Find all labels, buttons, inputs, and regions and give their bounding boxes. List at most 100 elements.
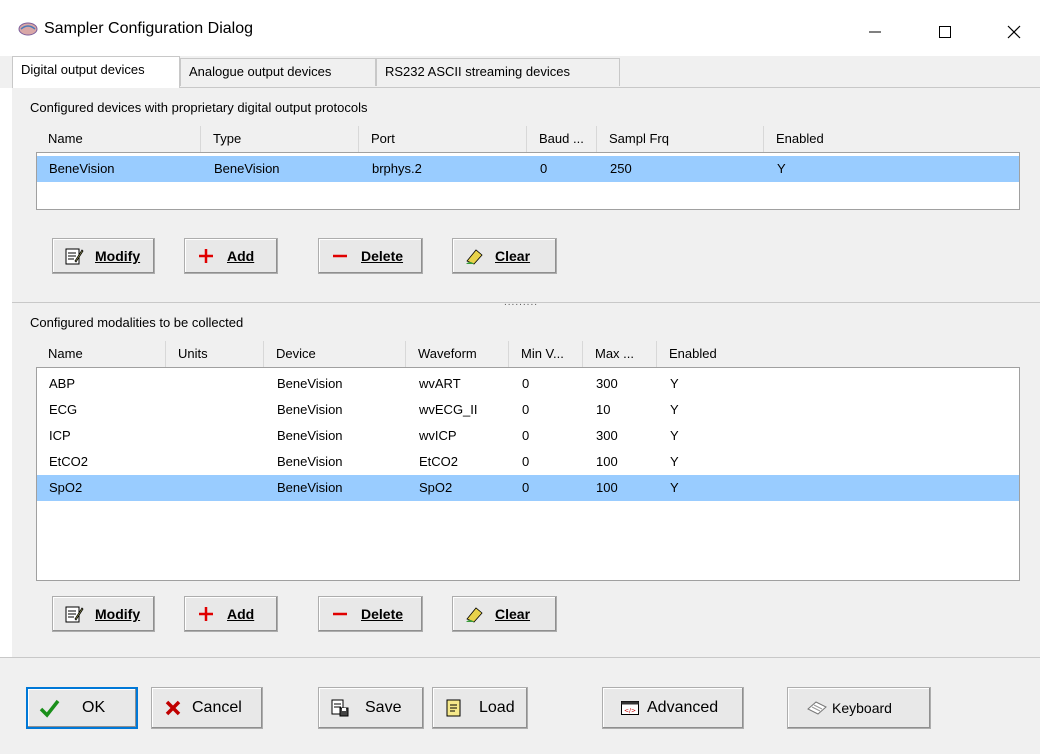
save-label: Save <box>365 699 402 716</box>
cell-enabled: Y <box>670 402 679 417</box>
clear-label: Clear <box>495 606 531 622</box>
advanced-label: Advanced <box>647 699 719 716</box>
devices-add-button[interactable]: Add <box>184 238 278 274</box>
cell-max-value: 10 <box>596 402 611 417</box>
delete-label: Delete <box>361 248 404 264</box>
tab-rs232-ascii-streaming-devices[interactable]: RS232 ASCII streaming devices <box>376 58 620 86</box>
ok-label: OK <box>82 699 106 716</box>
modify-label: Modify <box>95 606 141 622</box>
column-header-name[interactable]: Name <box>36 341 166 367</box>
cell-units <box>167 449 265 475</box>
cell-baud: 0 <box>540 161 548 176</box>
cell-waveform: SpO2 <box>419 480 453 495</box>
column-header-enabled[interactable]: Enabled <box>657 341 1020 367</box>
cell-device: BeneVision <box>277 402 343 417</box>
devices-modify-button[interactable]: Modify <box>52 238 155 274</box>
cell-waveform: wvICP <box>419 428 457 443</box>
tab-digital-output-devices[interactable]: Digital output devices <box>12 56 180 88</box>
cell-device: BeneVision <box>277 480 343 495</box>
cell-waveform: wvART <box>419 376 461 391</box>
minus-icon <box>329 603 351 625</box>
window-title: Sampler Configuration Dialog <box>44 20 253 37</box>
cell-units <box>167 475 265 501</box>
edit-icon <box>63 603 85 625</box>
cell-waveform: wvECG_II <box>419 402 478 417</box>
cancel-button[interactable]: Cancel <box>151 687 263 729</box>
column-header-baud[interactable]: Baud ... <box>527 126 597 152</box>
cross-icon <box>162 697 184 719</box>
devices-table-header: Name Type Port Baud ... Sampl Frq Enable… <box>36 126 1020 152</box>
table-row[interactable]: SpO2 BeneVision SpO2 0 100 Y <box>37 475 1019 501</box>
column-header-min-value[interactable]: Min V... <box>509 341 583 367</box>
modalities-section-label: Configured modalities to be collected <box>30 315 244 330</box>
cell-units <box>167 423 265 449</box>
column-header-enabled[interactable]: Enabled <box>764 126 1020 152</box>
column-header-sampl-frq[interactable]: Sampl Frq <box>597 126 764 152</box>
eraser-icon <box>463 245 485 267</box>
edit-icon <box>63 245 85 267</box>
keyboard-label: Keyboard <box>832 700 892 716</box>
cell-units <box>167 371 265 397</box>
maximize-button[interactable] <box>925 14 965 50</box>
plus-icon <box>195 603 217 625</box>
cell-enabled: Y <box>670 454 679 469</box>
modalities-table[interactable]: ABP BeneVision wvART 0 300 Y ECG BeneVis… <box>36 367 1020 581</box>
devices-clear-button[interactable]: Clear <box>452 238 557 274</box>
app-icon <box>18 22 38 36</box>
table-row[interactable]: ECG BeneVision wvECG_II 0 10 Y <box>37 397 1019 423</box>
cell-port: brphys.2 <box>372 161 422 176</box>
cell-min-value: 0 <box>522 454 530 469</box>
keyboard-icon <box>806 697 828 719</box>
load-button[interactable]: Load <box>432 687 528 729</box>
column-header-device[interactable]: Device <box>264 341 406 367</box>
modalities-delete-button[interactable]: Delete <box>318 596 423 632</box>
cell-max-value: 100 <box>596 454 618 469</box>
tab-analogue-output-devices[interactable]: Analogue output devices <box>180 58 376 86</box>
keyboard-button[interactable]: Keyboard <box>787 687 931 729</box>
plus-icon <box>195 245 217 267</box>
column-header-port[interactable]: Port <box>359 126 527 152</box>
devices-table[interactable]: BeneVision BeneVision brphys.2 0 250 Y <box>36 152 1020 210</box>
cell-max-value: 100 <box>596 480 618 495</box>
cell-min-value: 0 <box>522 480 530 495</box>
load-label: Load <box>479 699 515 716</box>
cell-name: ECG <box>49 402 78 417</box>
splitter-grip[interactable]: ......... <box>504 297 538 308</box>
cell-min-value: 0 <box>522 402 530 417</box>
ok-button[interactable]: OK <box>26 687 138 729</box>
column-header-name[interactable]: Name <box>36 126 201 152</box>
devices-section-label: Configured devices with proprietary digi… <box>30 100 368 115</box>
cell-name: SpO2 <box>49 480 83 495</box>
cell-max-value: 300 <box>596 428 618 443</box>
cell-name: ICP <box>49 428 71 443</box>
table-row[interactable]: ICP BeneVision wvICP 0 300 Y <box>37 423 1019 449</box>
cell-enabled: Y <box>777 161 786 176</box>
cell-enabled: Y <box>670 428 679 443</box>
save-button[interactable]: Save <box>318 687 424 729</box>
modalities-clear-button[interactable]: Clear <box>452 596 557 632</box>
save-icon <box>329 697 351 719</box>
table-row[interactable]: ABP BeneVision wvART 0 300 Y <box>37 371 1019 397</box>
cell-device: BeneVision <box>277 376 343 391</box>
cell-sampl-frq: 250 <box>610 161 632 176</box>
cell-waveform: EtCO2 <box>419 454 459 469</box>
column-header-max-value[interactable]: Max ... <box>583 341 657 367</box>
clear-label: Clear <box>495 248 531 264</box>
devices-delete-button[interactable]: Delete <box>318 238 423 274</box>
cell-max-value: 300 <box>596 376 618 391</box>
cell-enabled: Y <box>670 376 679 391</box>
minus-icon <box>329 245 351 267</box>
table-row[interactable]: BeneVision BeneVision brphys.2 0 250 Y <box>37 156 1019 182</box>
minimize-button[interactable] <box>855 14 895 50</box>
advanced-button[interactable]: </> Advanced <box>602 687 744 729</box>
modify-label: Modify <box>95 248 141 264</box>
column-header-type[interactable]: Type <box>201 126 359 152</box>
column-header-waveform[interactable]: Waveform <box>406 341 509 367</box>
modalities-modify-button[interactable]: Modify <box>52 596 155 632</box>
column-header-units[interactable]: Units <box>166 341 264 367</box>
close-button[interactable] <box>994 14 1034 50</box>
table-row[interactable]: EtCO2 BeneVision EtCO2 0 100 Y <box>37 449 1019 475</box>
checkmark-icon <box>38 697 60 719</box>
cancel-label: Cancel <box>192 699 242 716</box>
modalities-add-button[interactable]: Add <box>184 596 278 632</box>
